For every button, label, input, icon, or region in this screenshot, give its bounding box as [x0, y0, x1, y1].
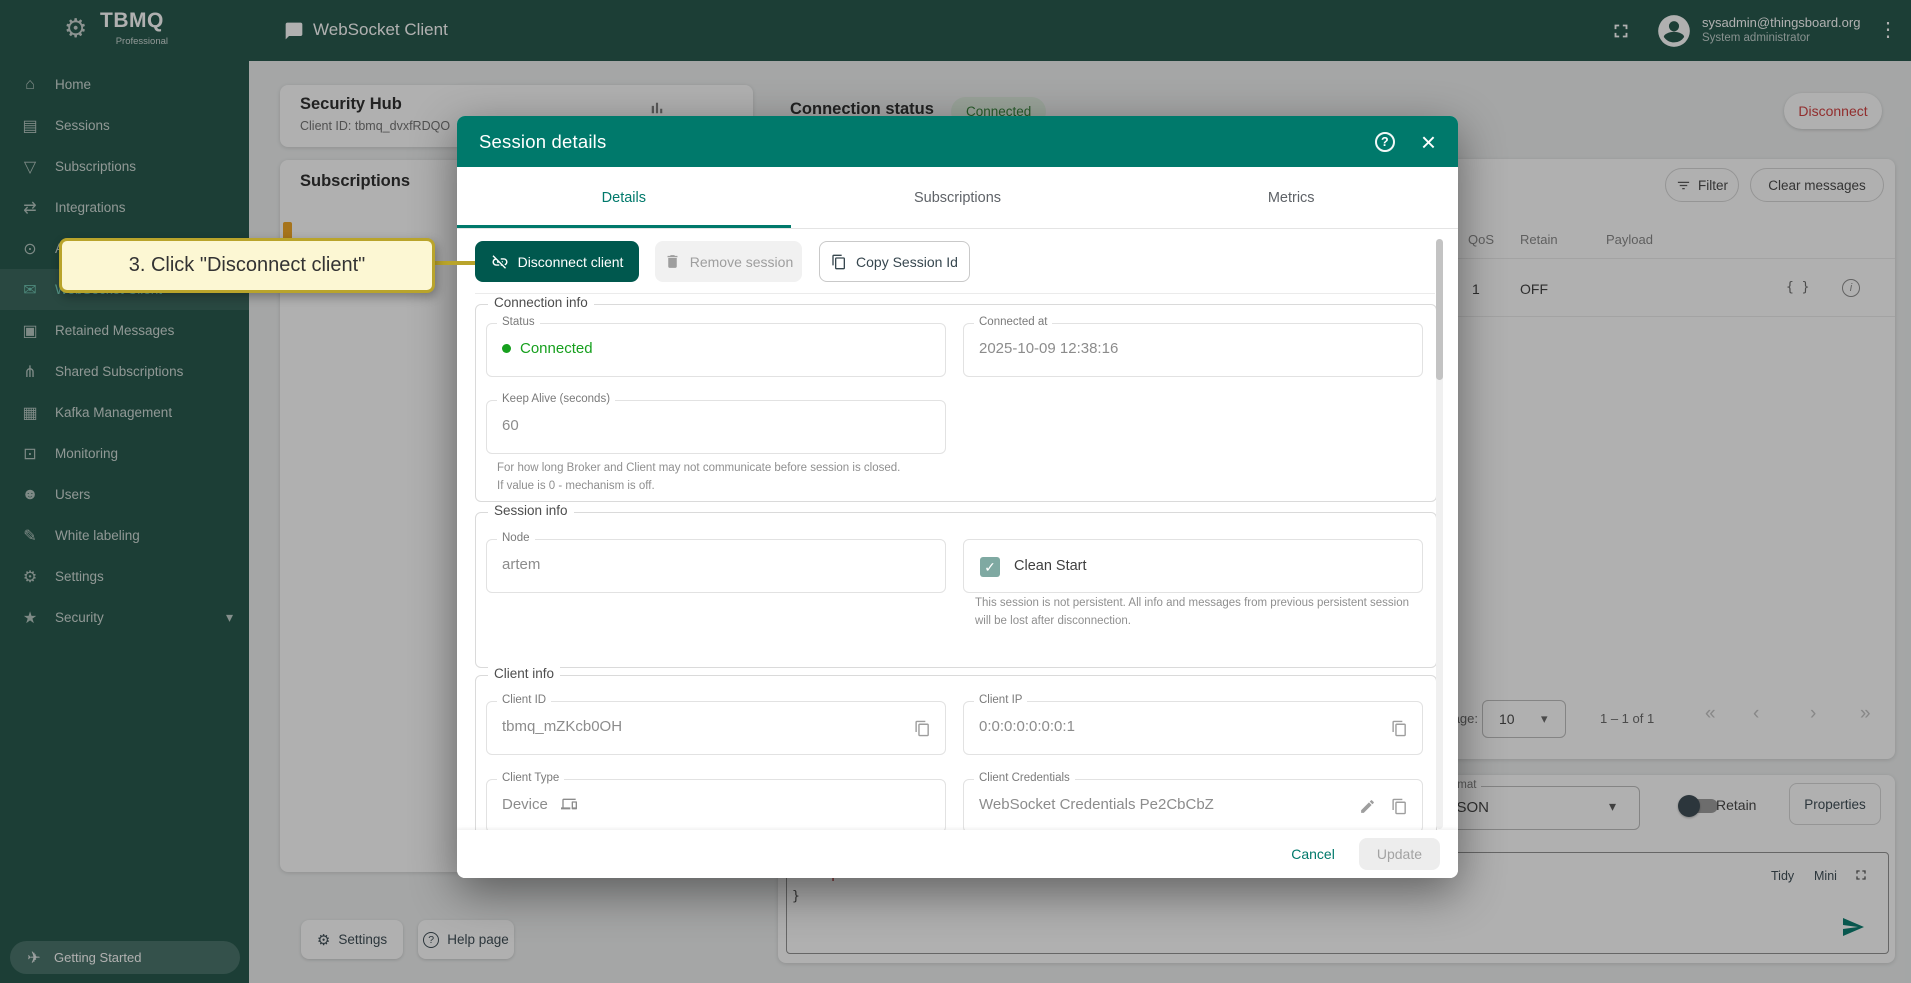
copy-icon[interactable] [1391, 798, 1408, 815]
connection-info-legend: Connection info [488, 295, 594, 310]
client-ip-value: 0:0:0:0:0:0:0:1 [979, 718, 1075, 735]
client-ip-label: Client IP [974, 694, 1027, 706]
dialog-header: Session details ? × [457, 116, 1458, 167]
client-info-legend: Client info [488, 666, 560, 681]
client-id-value: tbmq_mZKcb0OH [502, 718, 622, 735]
keep-alive-label: Keep Alive (seconds) [497, 393, 615, 405]
client-credentials-label: Client Credentials [974, 772, 1075, 784]
copy-icon[interactable] [914, 720, 931, 737]
copy-icon[interactable] [1391, 720, 1408, 737]
session-details-dialog: Session details ? × Details Subscription… [457, 116, 1458, 878]
dialog-tabs: Details Subscriptions Metrics [457, 167, 1458, 229]
status-value: Connected [502, 340, 593, 357]
connected-at-label: Connected at [974, 316, 1052, 328]
update-button[interactable]: Update [1359, 838, 1440, 870]
copy-icon [831, 254, 847, 270]
divider [475, 293, 1435, 294]
remove-session-button[interactable]: Remove session [655, 241, 802, 282]
cancel-button[interactable]: Cancel [1279, 839, 1347, 869]
keep-alive-hint: For how long Broker and Client may not c… [497, 460, 909, 496]
clean-start-checkbox[interactable]: ✓ [980, 557, 1000, 577]
tab-metrics[interactable]: Metrics [1124, 167, 1458, 228]
tab-details[interactable]: Details [457, 167, 791, 228]
copy-session-id-button[interactable]: Copy Session Id [819, 241, 970, 282]
node-field: Node artem [486, 539, 946, 593]
clean-start-label: Clean Start [1014, 558, 1087, 574]
status-field: Status Connected [486, 323, 946, 377]
active-tab-indicator [457, 225, 791, 228]
client-id-field: Client ID tbmq_mZKcb0OH [486, 701, 946, 755]
client-credentials-field: Client Credentials WebSocket Credentials… [963, 779, 1423, 833]
link-off-icon [491, 253, 509, 271]
callout-connector [433, 261, 475, 265]
device-icon [561, 796, 577, 812]
trash-icon [664, 253, 681, 270]
client-ip-field: Client IP 0:0:0:0:0:0:0:1 [963, 701, 1423, 755]
client-id-label: Client ID [497, 694, 551, 706]
disconnect-client-button[interactable]: Disconnect client [475, 241, 639, 282]
client-type-field: Client Type Device [486, 779, 946, 833]
connected-at-field: Connected at 2025-10-09 12:38:16 [963, 323, 1423, 377]
help-icon[interactable]: ? [1375, 132, 1395, 152]
status-dot-icon [502, 344, 511, 353]
edit-pencil-icon[interactable] [1359, 798, 1376, 815]
node-label: Node [497, 532, 535, 544]
node-value: artem [502, 556, 540, 573]
client-type-value: Device [502, 796, 577, 813]
client-credentials-value: WebSocket Credentials Pe2CbCbZ [979, 796, 1214, 813]
status-label: Status [497, 316, 540, 328]
keep-alive-field: Keep Alive (seconds) 60 [486, 400, 946, 454]
client-type-label: Client Type [497, 772, 564, 784]
tab-subscriptions[interactable]: Subscriptions [791, 167, 1125, 228]
session-info-legend: Session info [488, 503, 574, 518]
close-icon[interactable]: × [1421, 131, 1436, 153]
modal-scrollbar-thumb[interactable] [1436, 239, 1443, 380]
tutorial-callout: 3. Click "Disconnect client" [59, 238, 435, 293]
clean-start-hint: This session is not persistent. All info… [975, 595, 1420, 631]
clean-start-field: ✓ Clean Start [963, 539, 1423, 593]
check-icon: ✓ [984, 559, 996, 576]
connected-at-value: 2025-10-09 12:38:16 [979, 340, 1118, 357]
screen: ⚙ TBMQ Professional WebSocket Client sys… [0, 0, 1911, 983]
keep-alive-value: 60 [502, 417, 519, 434]
dialog-footer: Cancel Update [457, 830, 1458, 878]
dialog-title: Session details [479, 131, 606, 153]
